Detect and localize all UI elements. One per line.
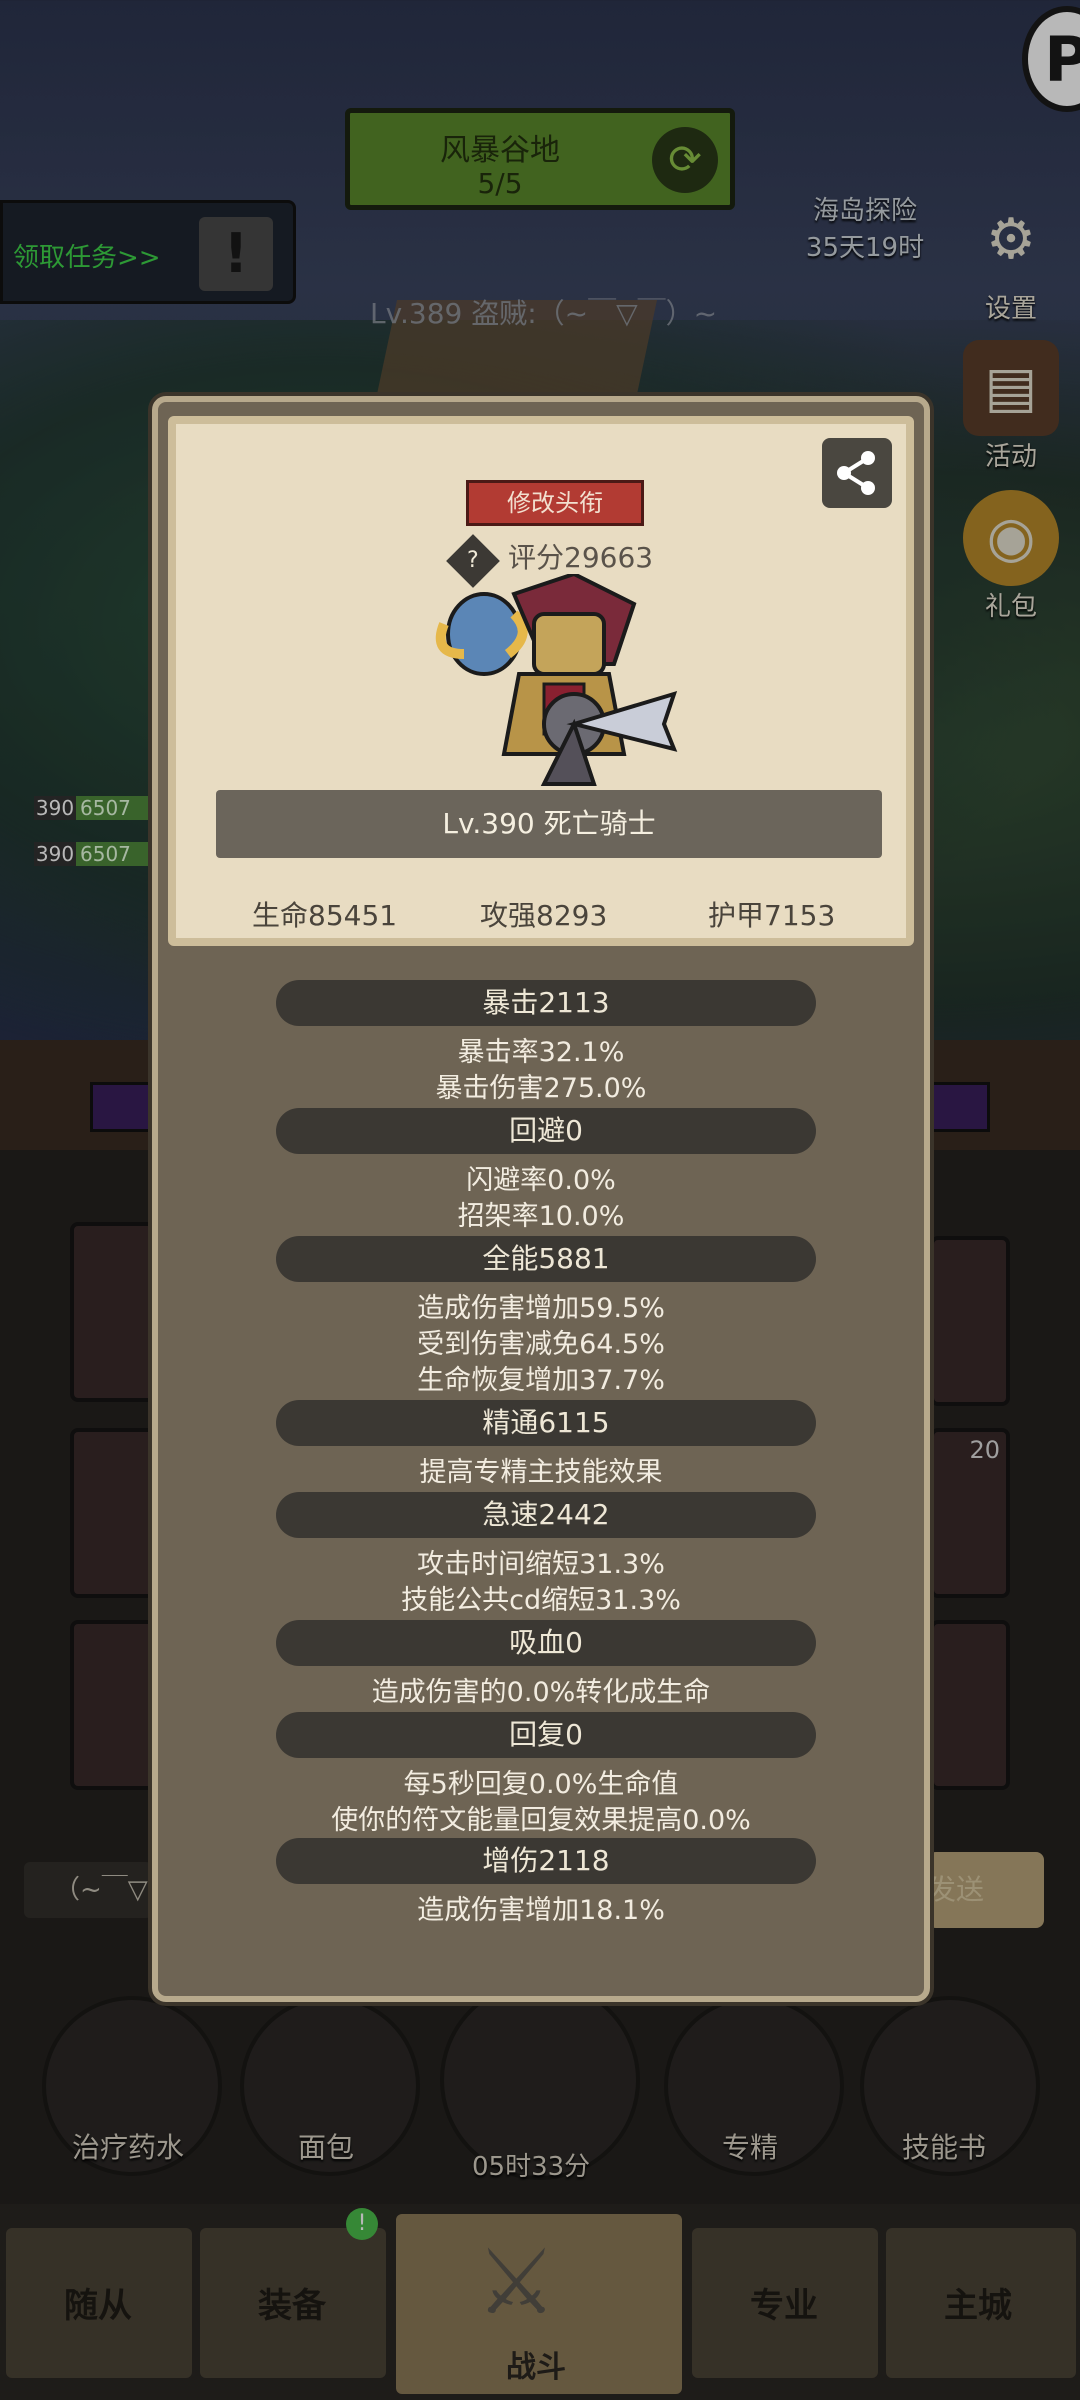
stat-header-lifesteal: 吸血0 — [276, 1620, 816, 1666]
stat-line: 造成伤害增加59.5% — [417, 1293, 665, 1324]
stat-header-haste: 急速2442 — [276, 1492, 816, 1538]
stat-line: 招架率10.0% — [457, 1201, 625, 1232]
score-value: 评分29663 — [508, 541, 654, 574]
stat-line: 生命恢复增加37.7% — [417, 1365, 665, 1396]
level-name-banner: Lv.390 死亡骑士 — [216, 790, 882, 858]
stat-header-mastery: 精通6115 — [276, 1400, 816, 1446]
stat-line: 提高专精主技能效果 — [419, 1457, 663, 1488]
stat-line: 暴击伤害275.0% — [435, 1073, 647, 1104]
share-icon[interactable] — [822, 438, 892, 508]
character-card: 修改头衔 ? 评分29663 Lv.390 死亡骑士 生命85451 攻强8293… — [168, 416, 914, 946]
stat-line: 使你的符文能量回复效果提高0.0% — [331, 1805, 751, 1836]
stat-header-dodge: 回避0 — [276, 1108, 816, 1154]
stat-line: 攻击时间缩短31.3% — [417, 1549, 665, 1580]
armor-stat: 护甲7153 — [708, 899, 836, 932]
stat-line: 暴击率32.1% — [457, 1037, 625, 1068]
stat-line: 闪避率0.0% — [466, 1165, 616, 1196]
stat-header-damage-bonus: 增伤2118 — [276, 1838, 816, 1884]
stat-line: 技能公共cd缩短31.3% — [401, 1585, 681, 1616]
stat-line: 造成伤害的0.0%转化成生命 — [371, 1677, 711, 1708]
stat-header-crit: 暴击2113 — [276, 980, 816, 1026]
stat-header-versatility: 全能5881 — [276, 1236, 816, 1282]
character-stats-modal: 修改头衔 ? 评分29663 Lv.390 死亡骑士 生命85451 攻强8293… — [152, 396, 930, 2002]
stat-line: 受到伤害减免64.5% — [417, 1329, 665, 1360]
stat-line: 造成伤害增加18.1% — [417, 1895, 665, 1926]
rename-title-button[interactable]: 修改头衔 — [466, 480, 644, 526]
stat-line: 每5秒回复0.0%生命值 — [403, 1769, 679, 1800]
hp-stat: 生命85451 — [252, 899, 398, 932]
death-knight-portrait — [435, 574, 678, 786]
stat-header-regen: 回复0 — [276, 1712, 816, 1758]
attack-stat: 攻强8293 — [480, 899, 608, 932]
